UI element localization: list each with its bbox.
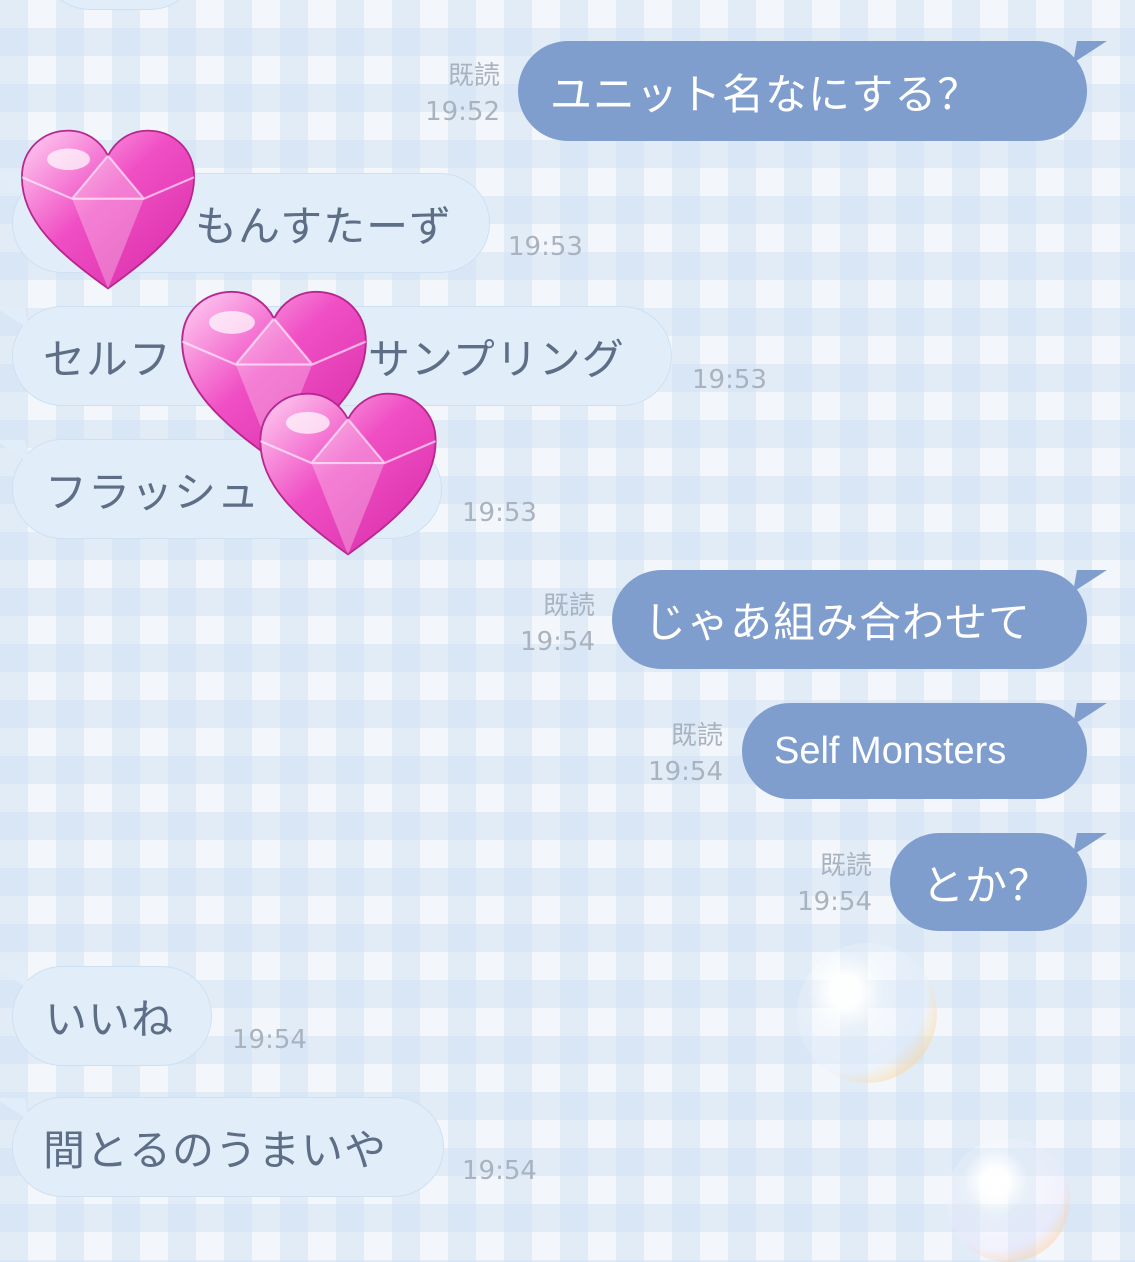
message-text: いいね (45, 994, 175, 1044)
message-time: 19:54 (520, 627, 595, 657)
outgoing-message-bubble[interactable]: じゃあ組み合わせて (612, 570, 1087, 669)
message-time: 19:54 (232, 1025, 307, 1055)
message-time: 19:53 (462, 498, 537, 528)
outgoing-message-bubble[interactable]: Self Monsters (742, 703, 1087, 799)
heart-sticker-icon (259, 392, 437, 556)
message-time: 19:54 (648, 757, 723, 787)
incoming-message-bubble[interactable]: 間とるのうまいや (12, 1097, 444, 1197)
incoming-message-bubble[interactable]: いいね (12, 966, 212, 1066)
outgoing-message-bubble[interactable]: ユニット名なにする？ (518, 41, 1087, 141)
message-text: もんすたーず (195, 201, 453, 251)
read-receipt: 既読 (670, 721, 723, 751)
message-text: ユニット名なにする？ (550, 69, 981, 119)
message-text: とか？ (922, 860, 1052, 910)
soap-bubble-decoration (797, 943, 937, 1083)
message-text: フラッシュ (45, 467, 261, 517)
message-meta: 既読 19:54 (623, 718, 723, 790)
message-text: 間とるのうまいや (43, 1125, 388, 1175)
read-receipt: 既読 (819, 851, 872, 881)
message-time: 19:53 (508, 232, 583, 262)
chat-area: 既読 19:52 ユニット名なにする？ もんすたーず 19:53 セルフ サンプ… (0, 0, 1135, 1262)
message-time: 19:52 (425, 97, 500, 127)
outgoing-message-bubble[interactable]: とか？ (890, 833, 1087, 931)
message-time: 19:53 (692, 365, 767, 395)
soap-bubble-decoration (946, 1138, 1070, 1262)
cutoff-message-bubble[interactable] (40, 0, 200, 10)
message-time: 19:54 (462, 1156, 537, 1186)
message-text-continued: サンプリング (368, 334, 625, 384)
message-time: 19:54 (797, 887, 872, 917)
heart-sticker-icon (21, 129, 195, 290)
message-text: セルフ (43, 334, 173, 384)
message-meta: 既読 19:54 (772, 848, 872, 920)
message-text: Self Monsters (774, 729, 1007, 772)
message-meta: 既読 19:54 (495, 588, 595, 660)
message-meta: 既読 19:52 (400, 58, 500, 130)
message-text: じゃあ組み合わせて (644, 598, 1032, 647)
read-receipt: 既読 (447, 61, 500, 91)
read-receipt: 既読 (542, 591, 595, 621)
